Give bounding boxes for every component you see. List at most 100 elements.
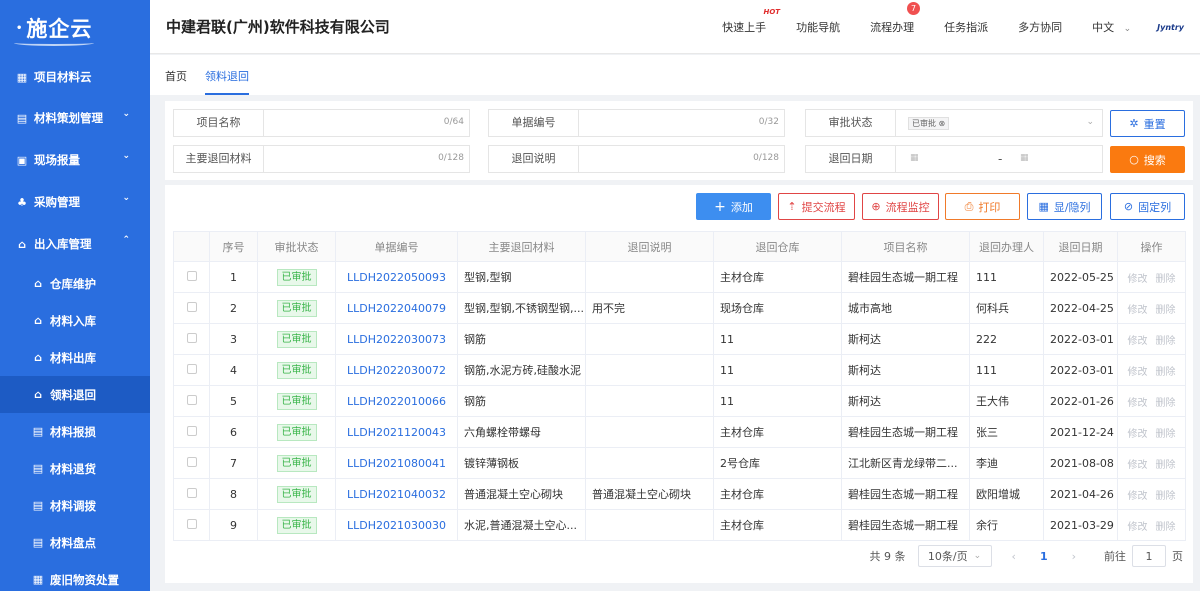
doc-code-link[interactable]: LLDH2022030072 <box>347 364 446 377</box>
sidebar-item-label: 领料退回 <box>50 387 96 402</box>
doc-code-link[interactable]: LLDH2021040032 <box>347 488 446 501</box>
sidebar-item-purchase[interactable]: ♣ 采购管理 ⌄ <box>0 181 150 223</box>
edit-link[interactable]: 修改 <box>1128 336 1148 347</box>
close-icon[interactable]: ⊗ <box>939 119 946 128</box>
sidebar-item-material-out[interactable]: ⌂ 材料出库 <box>0 339 150 376</box>
delete-link[interactable]: 删除 <box>1156 367 1176 378</box>
doc-code-link[interactable]: LLDH2022010066 <box>347 395 446 408</box>
cell-material: 六角螺栓带螺母 <box>457 416 586 448</box>
print-button[interactable]: ⎙ 打印 <box>945 193 1020 220</box>
flow-monitor-button[interactable]: ⊕ 流程监控 <box>862 193 939 220</box>
row-checkbox[interactable] <box>186 456 197 467</box>
sidebar-item-material-planning[interactable]: ▤ 材料策划管理 ⌄ <box>0 97 150 139</box>
tab-home[interactable]: 首页 <box>165 55 187 95</box>
delete-link[interactable]: 删除 <box>1156 336 1176 347</box>
button-label: 添加 <box>730 200 753 214</box>
edit-link[interactable]: 修改 <box>1128 398 1148 409</box>
sidebar-item-return[interactable]: ⌂ 领料退回 <box>0 376 150 413</box>
fix-columns-button[interactable]: ⊘ 固定列 <box>1110 193 1185 220</box>
material-input[interactable]: 0/128 <box>264 146 469 172</box>
cell-actions: 修改 删除 <box>1117 416 1186 448</box>
doc-code-link[interactable]: LLDH2021120043 <box>347 426 446 439</box>
next-page-icon[interactable]: › <box>1072 550 1076 563</box>
sidebar-item-label: 出入库管理 <box>34 237 92 251</box>
doc-code-link[interactable]: LLDH2021080041 <box>347 457 446 470</box>
search-button[interactable]: ○ 搜索 <box>1110 146 1185 173</box>
nav-workflow[interactable]: 流程办理 7 <box>870 2 921 35</box>
chevron-down-icon: ⌄ <box>122 193 130 203</box>
prev-page-icon[interactable]: ‹ <box>1012 550 1016 563</box>
sidebar-item-warehouse-maintain[interactable]: ⌂ 仓库维护 <box>0 265 150 302</box>
row-checkbox[interactable] <box>186 487 197 498</box>
doc-no-input[interactable]: 0/32 <box>579 110 784 136</box>
filter-project-name: 项目名称 0/64 <box>173 109 470 137</box>
sidebar-item-scrap[interactable]: ▦ 废旧物资处置 <box>0 561 150 591</box>
edit-link[interactable]: 修改 <box>1128 522 1148 533</box>
sidebar: • 施企云 ▦ 项目材料云 ▤ 材料策划管理 ⌄ ▣ 现场报量 ⌄ ♣ 采购管理… <box>0 0 150 591</box>
sidebar-item-project-material[interactable]: ▦ 项目材料云 <box>0 57 150 97</box>
sidebar-item-inventory[interactable]: ⌂ 出入库管理 ⌃ <box>0 223 150 265</box>
sidebar-item-transfer[interactable]: ▤ 材料调拨 <box>0 487 150 524</box>
row-checkbox[interactable] <box>186 394 197 405</box>
delete-link[interactable]: 删除 <box>1156 274 1176 285</box>
row-checkbox[interactable] <box>186 301 197 312</box>
nav-task-assign[interactable]: 任务指派 <box>944 19 988 35</box>
tab-return[interactable]: 领料退回 <box>205 55 249 95</box>
nav-quick-start[interactable]: 快速上手 HOT <box>722 8 780 35</box>
delete-link[interactable]: 删除 <box>1156 429 1176 440</box>
filter-label: 审批状态 <box>806 110 896 136</box>
cell-desc <box>585 509 714 541</box>
edit-link[interactable]: 修改 <box>1128 460 1148 471</box>
edit-link[interactable]: 修改 <box>1128 429 1148 440</box>
row-checkbox[interactable] <box>186 332 197 343</box>
delete-link[interactable]: 删除 <box>1156 305 1176 316</box>
sidebar-item-stocktake[interactable]: ▤ 材料盘点 <box>0 524 150 561</box>
row-checkbox[interactable] <box>186 425 197 436</box>
column-header: 退回仓库 <box>713 231 842 262</box>
cell-handler: 111 <box>969 261 1044 293</box>
sidebar-item-site-report[interactable]: ▣ 现场报量 ⌄ <box>0 139 150 181</box>
nav-collaboration[interactable]: 多方协同 <box>1018 19 1062 35</box>
calendar-icon: ▦ <box>910 153 919 163</box>
table-row: 6 已审批 LLDH2021120043 六角螺栓带螺母 主材仓库 碧桂园生态城一期工程张… <box>173 416 1186 448</box>
edit-link[interactable]: 修改 <box>1128 491 1148 502</box>
desc-input[interactable]: 0/128 <box>579 146 784 172</box>
column-header: 操作 <box>1117 231 1186 262</box>
sidebar-item-material-in[interactable]: ⌂ 材料入库 <box>0 302 150 339</box>
search-icon: ○ <box>1129 153 1139 166</box>
submit-flow-button[interactable]: ⇡ 提交流程 <box>778 193 855 220</box>
reset-button[interactable]: ✲ 重置 <box>1110 110 1185 137</box>
approval-select[interactable]: 已审批 ⊗ ⌄ <box>896 110 1102 136</box>
company-name: 中建君联(广州)软件科技有限公司 <box>166 18 390 36</box>
sidebar-item-damage[interactable]: ▤ 材料报损 <box>0 413 150 450</box>
nav-function-guide[interactable]: 功能导航 <box>796 19 840 35</box>
language-select[interactable]: 中文 ⌄ <box>1092 19 1131 35</box>
row-checkbox[interactable] <box>186 518 197 529</box>
edit-link[interactable]: 修改 <box>1128 274 1148 285</box>
sidebar-item-refund[interactable]: ▤ 材料退货 <box>0 450 150 487</box>
doc-code-link[interactable]: LLDH2021030030 <box>347 519 446 532</box>
doc-code-link[interactable]: LLDH2022050093 <box>347 271 446 284</box>
row-checkbox[interactable] <box>186 270 197 281</box>
filter-label: 退回说明 <box>489 146 579 172</box>
page-number-current[interactable]: 1 <box>1040 550 1048 563</box>
edit-link[interactable]: 修改 <box>1128 367 1148 378</box>
row-checkbox[interactable] <box>186 363 197 374</box>
approval-chip[interactable]: 已审批 ⊗ <box>908 117 950 130</box>
page-size-select[interactable]: 10条/页 ⌄ <box>917 545 992 567</box>
delete-link[interactable]: 删除 <box>1156 522 1176 533</box>
date-range-picker[interactable]: ▦ - ▦ <box>896 146 1102 172</box>
column-header: 审批状态 <box>257 231 336 262</box>
app-logo[interactable]: • 施企云 <box>0 0 150 56</box>
toggle-columns-button[interactable]: ▦ 显/隐列 <box>1027 193 1102 220</box>
delete-link[interactable]: 删除 <box>1156 460 1176 471</box>
doc-code-link[interactable]: LLDH2022040079 <box>347 302 446 315</box>
goto-page-input[interactable]: 1 <box>1132 545 1166 567</box>
edit-link[interactable]: 修改 <box>1128 305 1148 316</box>
delete-link[interactable]: 删除 <box>1156 491 1176 502</box>
delete-link[interactable]: 删除 <box>1156 398 1176 409</box>
cell-project: 斯柯达 <box>841 354 970 386</box>
doc-code-link[interactable]: LLDH2022030073 <box>347 333 446 346</box>
add-button[interactable]: + 添加 <box>696 193 771 220</box>
project-name-input[interactable]: 0/64 <box>264 110 469 136</box>
